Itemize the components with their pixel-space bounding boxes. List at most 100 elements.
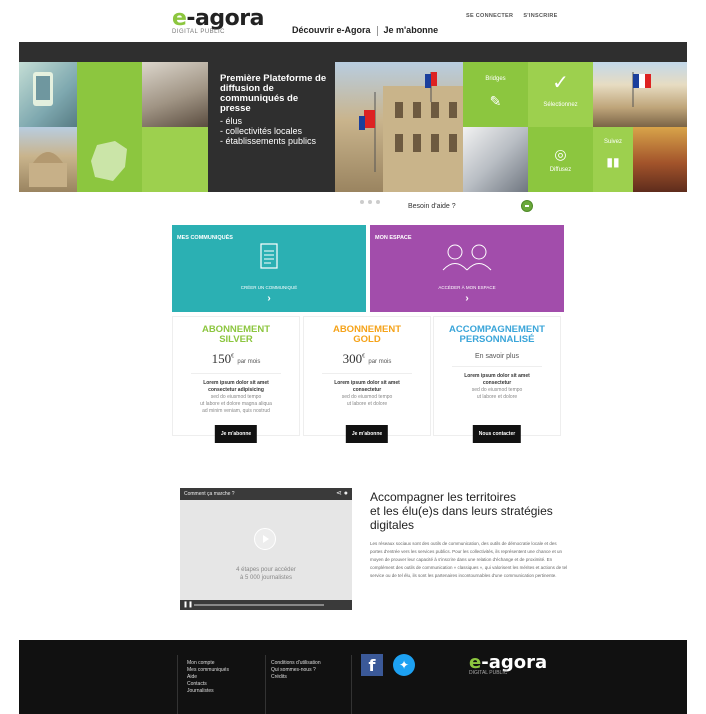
broadcast-icon: ◎ (554, 146, 567, 162)
hero-bullet: établissements publics (220, 136, 335, 146)
site-header: e-agora DIGITAL PUBLIC Découvrir e-Agora… (0, 0, 706, 42)
hero-photo-facade (335, 62, 463, 192)
my-space-panel[interactable]: MON ESPACE ACCÉDER À MON ESPACE › (370, 225, 564, 312)
hero-tile-follow[interactable]: Suivez ▮▮ (593, 127, 633, 192)
hero-bullet: élus (220, 116, 335, 126)
pricing-card-custom: ACCOMPAGNEMENT PERSONNALISÉ En savoir plu… (433, 316, 561, 443)
nav-discover[interactable]: Découvrir e-Agora (292, 25, 377, 36)
facade-icon (359, 72, 463, 192)
plan-desc-bold: Lorem ipsum dolor sit amet consectetur (464, 373, 530, 386)
footer-divider (265, 655, 266, 714)
promo-block: Accompagner les territoires et les élu(e)… (370, 490, 570, 580)
plan-desc-bold: Lorem ipsum dolor sit amet consectetur ad… (203, 380, 269, 393)
hero-photo-dome (19, 127, 77, 192)
help-text[interactable]: Besoin d'aide ? (408, 203, 456, 210)
hero-banner: Première Plateforme de diffusion de comm… (19, 62, 687, 192)
subscribe-button[interactable]: Je m'abonne (345, 425, 389, 443)
video-caption: 4 étapes pour accéder à 5 000 journaliste… (236, 567, 296, 581)
footer-link[interactable]: Journalistes (187, 688, 229, 695)
logo-subtitle: DIGITAL PUBLIC (172, 29, 226, 35)
hero-tile-green (142, 127, 208, 192)
plan-desc-bold: Lorem ipsum dolor sit amet consectetur (334, 380, 400, 393)
hero-tile-bridges[interactable]: Bridges ✎ (463, 62, 528, 127)
nav-subscribe[interactable]: Je m'abonne (378, 25, 445, 36)
facebook-icon[interactable]: f (361, 654, 383, 676)
footer-link[interactable]: Aide (187, 674, 229, 681)
footer-logo[interactable]: e-agora DIGITAL PUBLIC (469, 652, 547, 676)
logo-mark: e-agora (172, 6, 264, 31)
footer-link[interactable]: Contacts (187, 681, 229, 688)
tile-label-bridges: Bridges (485, 76, 506, 82)
dome-icon (29, 152, 67, 187)
panel-title: MES COMMUNIQUÉS (177, 235, 233, 241)
hero-tile-france (77, 127, 142, 192)
flag-icon (632, 72, 651, 107)
help-button[interactable] (521, 200, 533, 212)
signup-link[interactable]: S'INSCRIRE (523, 13, 557, 19)
slider-dot[interactable] (360, 200, 364, 204)
hero-photo-office (142, 62, 208, 127)
divider (322, 373, 412, 374)
main-nav: Découvrir e-Agora Je m'abonne (292, 25, 444, 36)
footer-divider (351, 655, 352, 714)
plan-price: 300€ par mois (342, 351, 392, 366)
hero-tile-select[interactable]: ✓ Sélectionnez (528, 62, 593, 127)
hero-text-block: Première Plateforme de diffusion de comm… (208, 62, 335, 192)
twitter-icon[interactable]: ✦ (393, 654, 415, 676)
play-icon[interactable] (254, 528, 276, 550)
document-icon (172, 243, 366, 274)
bar-chart-icon: ▮▮ (606, 155, 620, 169)
create-release-link[interactable]: CRÉER UN COMMUNIQUÉ (172, 285, 366, 290)
plan-desc: sed do eiusmod tempo ut labore et dolore (341, 394, 393, 407)
hero-tile-green (77, 62, 142, 127)
login-link[interactable]: SE CONNECTER (466, 13, 513, 19)
pause-icon[interactable]: ❚❚ (183, 601, 193, 608)
slider-dots (360, 200, 380, 204)
pricing-card-gold: ABONNEMENT GOLD 300€ par mois Lorem ipsum… (303, 316, 431, 443)
divider (191, 373, 281, 374)
panel-title: MON ESPACE (375, 235, 412, 241)
promo-heading: Accompagner les territoires et les élu(e)… (370, 490, 553, 532)
hero-photo-phone (19, 62, 77, 127)
share-icon[interactable]: ⋖ ● (336, 488, 348, 500)
access-space-link[interactable]: ACCÉDER À MON ESPACE (370, 285, 564, 290)
video-titlebar: Comment ça marche ? ⋖ ● (180, 488, 352, 500)
footer-link[interactable]: Conditions d'utilisation (271, 660, 321, 667)
footer-links-legal: Conditions d'utilisation Qui sommes-nous… (271, 660, 321, 681)
video-progress-bar[interactable] (194, 604, 324, 606)
footer-link[interactable]: Crédits (271, 674, 321, 681)
edit-icon: ✎ (489, 93, 502, 109)
footer-link[interactable]: Qui sommes-nous ? (271, 667, 321, 674)
pricing-card-silver: ABONNEMENT SILVER 150€ par mois Lorem ips… (172, 316, 300, 443)
hero-headline: Première Plateforme de diffusion de comm… (220, 73, 327, 114)
divider (452, 366, 542, 367)
learn-more-link[interactable]: En savoir plus (434, 353, 560, 360)
my-releases-panel[interactable]: MES COMMUNIQUÉS CRÉER UN COMMUNIQUÉ › (172, 225, 366, 312)
footer-link[interactable]: Mes communiqués (187, 667, 229, 674)
plan-price: 150€ par mois (211, 351, 261, 366)
plan-desc: sed do eiusmod tempo ut labore et dolore (471, 387, 523, 400)
hero-tile-diffuse[interactable]: ◎ Diffusez (528, 127, 593, 192)
slider-dot[interactable] (376, 200, 380, 204)
promo-body: Les réseaux sociaux sont des outils de c… (370, 541, 568, 578)
footer-divider (177, 655, 178, 714)
tile-label-follow: Suivez (603, 139, 622, 145)
logo[interactable]: e-agora DIGITAL PUBLIC (172, 8, 264, 38)
footer-link[interactable]: Mon compte (187, 660, 229, 667)
video-controls: ❚❚ (180, 600, 352, 610)
hero-bullet: collectivités locales (220, 126, 335, 136)
subscribe-button[interactable]: Je m'abonne (214, 425, 258, 443)
tile-label-diffuse: Diffusez (549, 167, 572, 173)
hero-bullets: élus collectivités locales établissement… (220, 116, 335, 146)
chevron-right-icon[interactable]: › (370, 293, 564, 304)
tile-label-select: Sélectionnez (543, 102, 578, 108)
slider-dot[interactable] (368, 200, 372, 204)
france-map-icon (91, 141, 127, 181)
hero-photo-hemicycle (633, 127, 687, 192)
video-player[interactable]: Comment ça marche ? ⋖ ● 4 étapes pour ac… (180, 488, 352, 610)
chevron-right-icon[interactable]: › (172, 293, 366, 304)
plan-desc: sed do eiusmod tempo ut labore et dolore … (200, 394, 272, 414)
header-band (19, 42, 687, 62)
contact-button[interactable]: Nous contacter (472, 425, 522, 443)
plan-title: ACCOMPAGNEMENT PERSONNALISÉ (449, 324, 545, 345)
